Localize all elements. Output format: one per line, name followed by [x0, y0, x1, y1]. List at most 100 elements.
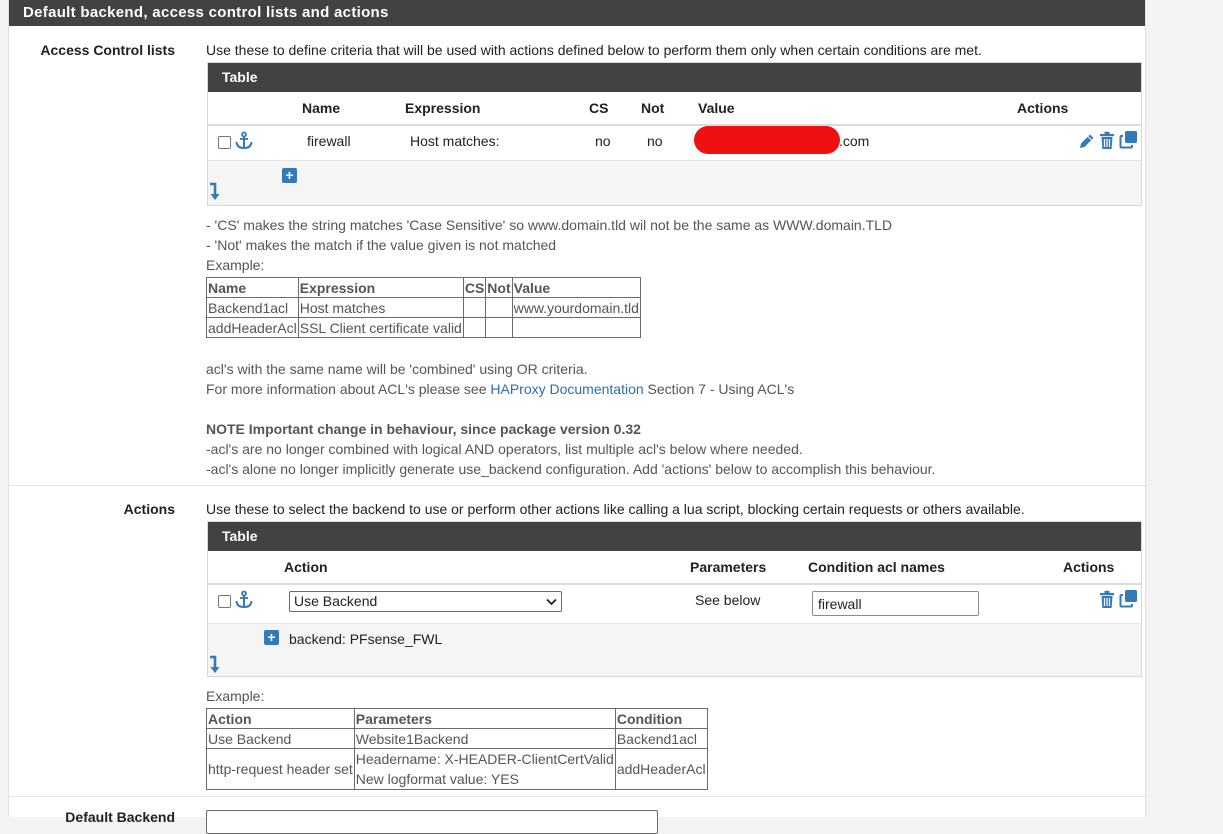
acl-header-divider: [208, 124, 1141, 126]
haproxy-docs-link[interactable]: HAProxy Documentation: [490, 381, 643, 397]
actions-table-title: Table: [208, 522, 1141, 551]
acl-label: Access Control lists: [40, 42, 175, 58]
acl-col-not: Not: [641, 100, 665, 116]
actions-help: Use these to select the backend to use o…: [206, 501, 1025, 517]
default-backend-label: Default Backend: [65, 809, 175, 825]
actions-example-param-line: Headername: X-HEADER-ClientCertValid: [355, 751, 614, 767]
acl-row-cs: no: [595, 133, 611, 149]
acl-example-header: Not: [485, 277, 513, 298]
acl-example-cell: Host matches: [297, 297, 464, 318]
acl-add-area: [208, 160, 1141, 205]
actions-col-action: Action: [284, 559, 328, 575]
more-info-suffix: Section 7 - Using ACL's: [643, 381, 795, 397]
trash-icon[interactable]: [1099, 590, 1115, 609]
action-select[interactable]: Use Backend: [289, 591, 562, 612]
chevron-down-icon: [546, 598, 557, 606]
acl-col-value: Value: [698, 100, 735, 116]
acl-example-header: Name: [206, 277, 299, 298]
acl-col-name: Name: [302, 100, 341, 116]
row-separator: [9, 796, 1147, 797]
actions-example-header: Parameters: [353, 708, 616, 729]
acl-note-line: -acl's alone no longer implicitly genera…: [206, 461, 936, 477]
actions-example-cell: Use Backend: [206, 728, 355, 749]
actions-col-actions: Actions: [1063, 559, 1115, 575]
acl-col-cs: CS: [589, 100, 609, 116]
clone-icon[interactable]: [1119, 589, 1138, 608]
acl-note-heading: NOTE Important change in behaviour, sinc…: [206, 421, 641, 437]
acl-example-header: Expression: [297, 277, 464, 298]
acl-more-info: For more information about ACL's please …: [206, 381, 794, 397]
action-select-value: Use Backend: [294, 593, 378, 609]
acl-row-divider: [208, 160, 1141, 161]
actions-example-cell: addHeaderAcl: [614, 748, 708, 790]
actions-example-row: http-request header set Headername: X-HE…: [206, 748, 708, 790]
acl-table-panel: Table Name Expression CS Not Value Actio…: [207, 62, 1142, 206]
acl-row-not: no: [647, 133, 663, 149]
action-row-checkbox[interactable]: [218, 595, 231, 608]
add-row-icon[interactable]: +: [282, 168, 297, 183]
acl-example-cell: SSL Client certificate valid: [297, 317, 464, 338]
actions-example-header-row: Action Parameters Condition: [206, 708, 708, 729]
actions-example-cell: Backend1acl: [614, 728, 708, 749]
actions-example-label: Example:: [206, 688, 265, 704]
acl-example-header: Value: [511, 277, 641, 298]
anchor-icon[interactable]: [234, 590, 254, 610]
actions-col-parameters: Parameters: [690, 559, 767, 575]
acl-table-title: Table: [208, 63, 1141, 92]
clone-icon[interactable]: [1119, 130, 1138, 149]
acl-help: Use these to define criteria that will b…: [206, 42, 982, 58]
more-info-prefix: For more information about ACL's please …: [206, 381, 491, 397]
actions-header-divider: [208, 583, 1141, 585]
acl-example-header: CS: [462, 277, 487, 298]
actions-example-header: Action: [206, 708, 355, 729]
actions-example-row: Use Backend Website1Backend Backend1acl: [206, 728, 708, 749]
actions-table-panel: Table Action Parameters Condition acl na…: [207, 521, 1142, 677]
acl-note-cs: - 'CS' makes the string matches 'Case Se…: [206, 217, 893, 233]
condition-acl-input[interactable]: firewall: [812, 591, 979, 616]
acl-example-label: Example:: [206, 257, 265, 273]
row-separator: [9, 485, 1147, 486]
acl-example-cell: addHeaderAcl: [206, 317, 299, 338]
actions-example-table: Action Parameters Condition Use Backend …: [206, 708, 708, 790]
acl-example-row: Backend1acl Host matches www.yourdomain.…: [206, 297, 641, 318]
acl-example-cell: www.yourdomain.tld: [511, 297, 641, 318]
section-title: Default backend, access control lists an…: [9, 0, 1145, 26]
actions-label: Actions: [123, 501, 175, 517]
actions-example-cell: Headername: X-HEADER-ClientCertValid New…: [353, 748, 616, 790]
default-backend-select[interactable]: [206, 810, 658, 834]
trash-icon[interactable]: [1099, 131, 1115, 150]
acl-note-not: - 'Not' makes the match if the value giv…: [206, 237, 557, 253]
acl-note-line: -acl's are no longer combined with logic…: [206, 441, 803, 457]
action-subrow-backend: backend: PFsense_FWL: [289, 631, 443, 647]
actions-row-divider: [208, 623, 1141, 624]
move-down-arrow-icon[interactable]: [208, 655, 222, 675]
action-row-parameters: See below: [695, 592, 761, 608]
settings-panel: Default backend, access control lists an…: [8, 0, 1147, 834]
acl-example-cell: Backend1acl: [206, 297, 299, 318]
anchor-icon[interactable]: [234, 131, 254, 151]
move-down-arrow-icon[interactable]: [208, 182, 222, 202]
acl-example-header-row: Name Expression CS Not Value: [206, 277, 641, 298]
actions-col-condition: Condition acl names: [808, 559, 945, 575]
acl-example-cell: [485, 317, 513, 338]
actions-example-cell: http-request header set: [206, 748, 355, 790]
acl-row-name: firewall: [307, 133, 351, 149]
acl-row-expression: Host matches:: [410, 133, 500, 149]
acl-row-checkbox[interactable]: [218, 136, 231, 149]
expand-plus-icon[interactable]: +: [264, 630, 279, 645]
acl-example-row: addHeaderAcl SSL Client certificate vali…: [206, 317, 641, 338]
acl-combined-note: acl's with the same name will be 'combin…: [206, 361, 588, 377]
acl-example-table: Name Expression CS Not Value Backend1acl…: [206, 277, 641, 338]
acl-example-cell: [511, 317, 641, 338]
pencil-icon[interactable]: [1078, 132, 1096, 150]
acl-col-actions: Actions: [1017, 100, 1069, 116]
actions-example-param-line: New logformat value: YES: [355, 771, 519, 787]
acl-row-value: .com: [839, 133, 870, 149]
acl-example-cell: [485, 297, 513, 318]
acl-example-cell: [462, 317, 487, 338]
redaction-mark: [694, 126, 840, 154]
actions-example-cell: Website1Backend: [353, 728, 616, 749]
acl-example-cell: [462, 297, 487, 318]
acl-col-expression: Expression: [405, 100, 481, 116]
actions-example-header: Condition: [614, 708, 708, 729]
